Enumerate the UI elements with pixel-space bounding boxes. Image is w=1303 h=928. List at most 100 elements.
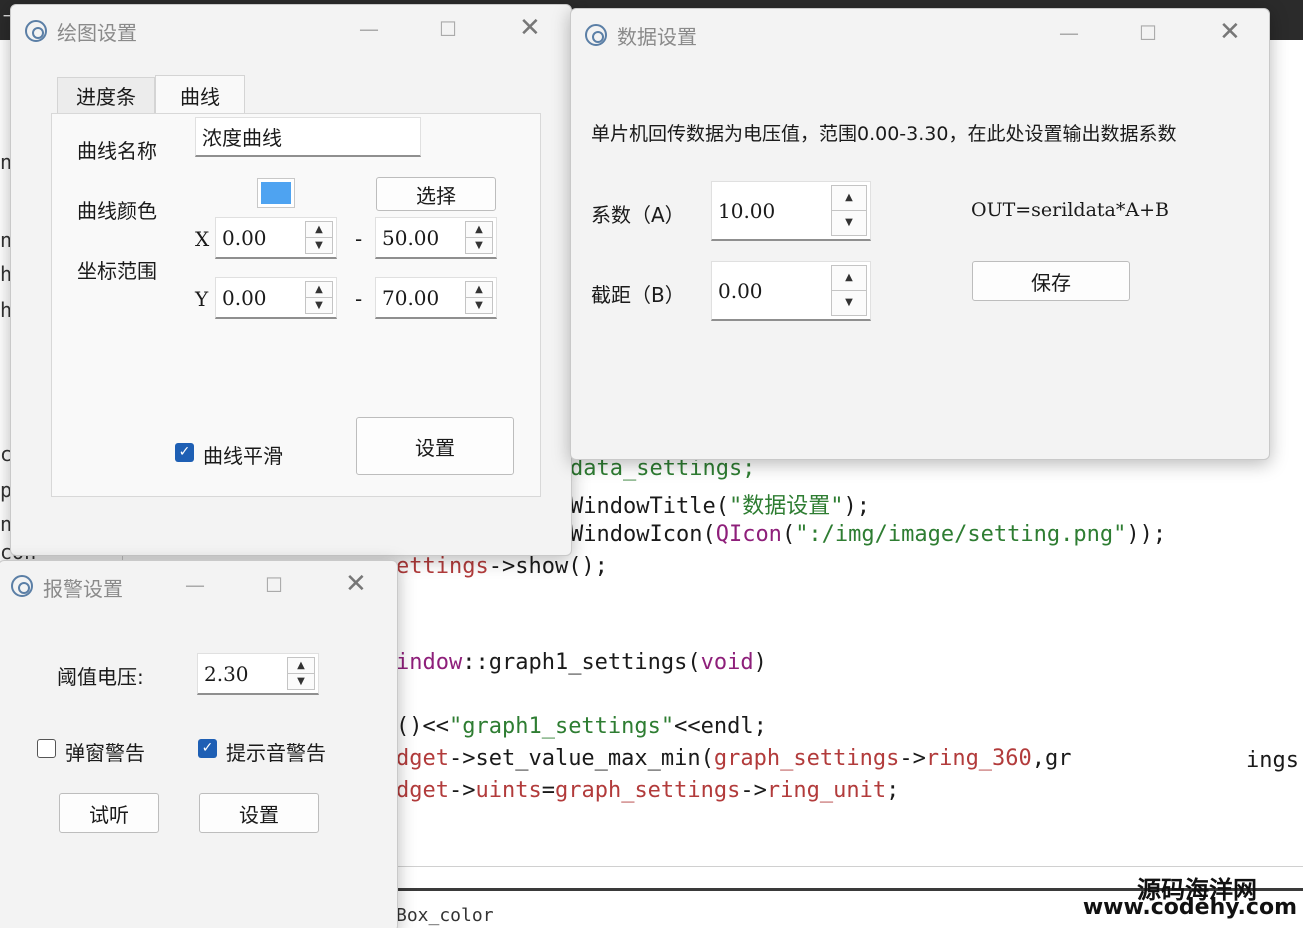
- titlebar[interactable]: 绘图设置 — ☐ ✕: [11, 5, 571, 47]
- popup-warning-label: 弹窗警告: [65, 741, 145, 765]
- window-title: 数据设置: [617, 25, 697, 49]
- curve-color-label: 曲线颜色: [77, 199, 157, 223]
- x-axis-label: X: [195, 227, 210, 251]
- spin-arrows: ▲ ▼: [465, 281, 493, 314]
- range-separator: -: [355, 227, 363, 251]
- spin-down-icon[interactable]: ▼: [466, 238, 492, 254]
- save-button[interactable]: 保存: [972, 261, 1130, 301]
- smooth-label: 曲线平滑: [203, 444, 283, 468]
- maximize-button[interactable]: ☐: [265, 573, 283, 597]
- editor-divider: [396, 866, 1303, 867]
- window-title: 报警设置: [43, 577, 123, 601]
- close-button[interactable]: ✕: [1219, 17, 1241, 47]
- spin-up-icon[interactable]: ▲: [288, 658, 314, 674]
- code-token: ->: [899, 746, 926, 771]
- data-settings-dialog: 数据设置 — ☐ ✕ 单片机回传数据为电压值，范围0.00-3.30，在此处设置…: [570, 8, 1270, 460]
- spin-arrows: ▲ ▼: [287, 657, 315, 690]
- spin-arrows: ▲ ▼: [831, 185, 867, 236]
- coefficient-label: 系数（A）: [591, 203, 685, 227]
- code-token: graph_settings: [554, 778, 741, 803]
- code-line: indow::graph1_settings(void): [396, 650, 767, 675]
- data-description: 单片机回传数据为电压值，范围0.00-3.30，在此处设置输出数据系数: [591, 123, 1177, 145]
- listen-button[interactable]: 试听: [59, 793, 159, 833]
- code-token: ->: [448, 778, 476, 803]
- spin-down-icon[interactable]: ▼: [466, 298, 492, 314]
- spin-up-icon[interactable]: ▲: [832, 266, 866, 291]
- x-min-value: 0.00: [222, 225, 267, 250]
- plot-settings-dialog: 绘图设置 — ☐ ✕ 进度条 曲线 曲线名称 浓度曲线 曲线颜色 选择 坐标范围…: [10, 4, 572, 556]
- select-color-button[interactable]: 选择: [376, 177, 496, 211]
- sound-warning-checkbox[interactable]: ✓: [198, 739, 217, 758]
- intercept-spinbox[interactable]: 0.00 ▲ ▼: [711, 261, 871, 321]
- code-token: ettings: [396, 554, 489, 579]
- code-token: ): [753, 650, 767, 675]
- code-line-fragment: ings: [1246, 748, 1299, 773]
- spin-up-icon[interactable]: ▲: [832, 186, 866, 211]
- apply-alarm-settings-button[interactable]: 设置: [199, 793, 319, 833]
- code-token: WindowTitle(: [570, 494, 729, 519]
- x-min-spinbox[interactable]: 0.00 ▲ ▼: [215, 217, 337, 259]
- smooth-checkbox[interactable]: ✓: [175, 443, 194, 462]
- curve-name-input[interactable]: 浓度曲线: [195, 117, 421, 157]
- code-line: ettings->show();: [396, 554, 608, 579]
- spin-up-icon[interactable]: ▲: [306, 222, 332, 238]
- spin-up-icon[interactable]: ▲: [306, 282, 332, 298]
- code-line: ()<<"graph1_settings"<<endl;: [396, 714, 767, 739]
- titlebar[interactable]: 数据设置 — ☐ ✕: [571, 9, 1269, 51]
- code-token: ->: [740, 778, 767, 803]
- code-token: ->show();: [488, 554, 608, 579]
- gear-icon: [25, 20, 47, 42]
- apply-curve-settings-button[interactable]: 设置: [356, 417, 514, 475]
- code-token: );: [843, 494, 870, 519]
- code-token: ;: [886, 778, 900, 803]
- x-max-spinbox[interactable]: 50.00 ▲ ▼: [375, 217, 497, 259]
- watermark-url: www.codehy.com: [1082, 895, 1297, 920]
- intercept-value: 0.00: [718, 278, 763, 303]
- curve-color-swatch: [257, 178, 295, 208]
- spin-arrows: ▲ ▼: [831, 265, 867, 316]
- tab-progress-bar[interactable]: 进度条: [57, 77, 155, 113]
- popup-warning-checkbox[interactable]: [37, 739, 56, 758]
- code-token: <<endl;: [674, 714, 767, 739]
- code-token: ::graph1_settings(: [462, 650, 701, 675]
- code-line: dget->uints=graph_settings->ring_unit;: [396, 778, 899, 803]
- code-token: ":/img/image/setting.png": [795, 522, 1127, 547]
- spin-up-icon[interactable]: ▲: [466, 222, 492, 238]
- code-token: indow: [396, 650, 463, 675]
- spin-arrows: ▲ ▼: [305, 221, 333, 254]
- maximize-button[interactable]: ☐: [1139, 21, 1157, 45]
- code-token: dget: [396, 746, 449, 771]
- spin-down-icon[interactable]: ▼: [832, 291, 866, 316]
- y-max-spinbox[interactable]: 70.00 ▲ ▼: [375, 277, 497, 319]
- y-min-spinbox[interactable]: 0.00 ▲ ▼: [215, 277, 337, 319]
- threshold-spinbox[interactable]: 2.30 ▲ ▼: [197, 653, 319, 695]
- coefficient-value: 10.00: [718, 198, 776, 223]
- code-token: (: [781, 522, 796, 547]
- spin-down-icon[interactable]: ▼: [832, 211, 866, 236]
- code-token: ,gr: [1031, 746, 1072, 771]
- code-token: "graph1_settings": [448, 714, 675, 739]
- y-axis-label: Y: [195, 287, 209, 311]
- code-token: =: [541, 778, 555, 803]
- tab-curve[interactable]: 曲线: [155, 75, 245, 115]
- spin-up-icon[interactable]: ▲: [466, 282, 492, 298]
- alarm-settings-dialog: 报警设置 — ☐ ✕ 阈值电压: 2.30 ▲ ▼ 弹窗警告 ✓ 提示音警告 试…: [0, 560, 398, 928]
- spin-down-icon[interactable]: ▼: [306, 298, 332, 314]
- minimize-button[interactable]: —: [359, 17, 379, 41]
- spin-arrows: ▲ ▼: [465, 221, 493, 254]
- threshold-value: 2.30: [204, 661, 249, 686]
- code-token: ->set_value_max_min(: [448, 746, 714, 771]
- titlebar[interactable]: 报警设置 — ☐ ✕: [0, 561, 397, 603]
- code-token: dget: [396, 778, 449, 803]
- close-button[interactable]: ✕: [345, 569, 367, 599]
- coefficient-spinbox[interactable]: 10.00 ▲ ▼: [711, 181, 871, 241]
- close-button[interactable]: ✕: [519, 13, 541, 43]
- spin-down-icon[interactable]: ▼: [306, 238, 332, 254]
- threshold-label: 阈值电压:: [57, 665, 144, 689]
- code-line: WindowIcon(QIcon(":/img/image/setting.pn…: [570, 522, 1166, 547]
- maximize-button[interactable]: ☐: [439, 17, 457, 41]
- minimize-button[interactable]: —: [185, 573, 205, 597]
- minimize-button[interactable]: —: [1059, 21, 1079, 45]
- code-token: WindowIcon(: [570, 522, 716, 547]
- spin-down-icon[interactable]: ▼: [288, 674, 314, 690]
